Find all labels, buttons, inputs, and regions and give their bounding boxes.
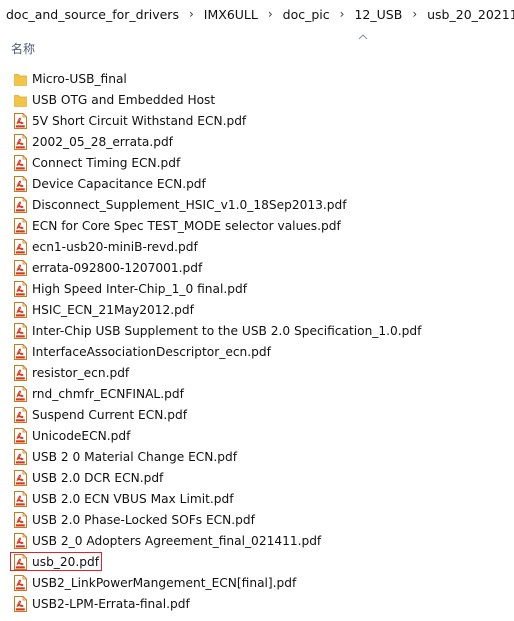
pdf-file-icon	[14, 301, 32, 318]
pdf-file-icon	[14, 532, 32, 549]
breadcrumb-item[interactable]: doc_pic	[280, 7, 333, 22]
highlight-box	[10, 552, 102, 571]
file-name: USB 2.0 DCR ECN.pdf	[32, 470, 164, 485]
file-name: rnd_chmfr_ECNFINAL.pdf	[32, 386, 184, 401]
breadcrumb-item[interactable]: doc_and_source_for_drivers	[0, 7, 182, 22]
file-name: InterfaceAssociationDescriptor_ecn.pdf	[32, 344, 271, 359]
file-list-item[interactable]: USB2_LinkPowerMangement_ECN[final].pdf	[0, 572, 514, 593]
breadcrumb-separator-icon[interactable]: ›	[333, 7, 352, 21]
file-name: UnicodeECN.pdf	[32, 428, 131, 443]
pdf-file-icon	[14, 574, 32, 591]
folder-icon	[14, 71, 32, 87]
file-list-item[interactable]: 2002_05_28_errata.pdf	[0, 131, 514, 152]
folder-list-item[interactable]: Micro-USB_final	[0, 68, 514, 89]
file-list-item[interactable]: USB 2.0 Phase-Locked SOFs ECN.pdf	[0, 509, 514, 530]
column-header-name[interactable]: 名称	[11, 40, 35, 57]
pdf-file-icon	[14, 595, 32, 612]
pdf-file-icon	[14, 217, 32, 234]
file-list-item[interactable]: InterfaceAssociationDescriptor_ecn.pdf	[0, 341, 514, 362]
file-list-item[interactable]: Connect Timing ECN.pdf	[0, 152, 514, 173]
breadcrumb-item[interactable]: 12_USB	[351, 7, 405, 22]
breadcrumb-separator-icon[interactable]: ›	[405, 7, 424, 21]
file-name: Inter-Chip USB Supplement to the USB 2.0…	[32, 323, 422, 338]
file-list-item[interactable]: Inter-Chip USB Supplement to the USB 2.0…	[0, 320, 514, 341]
file-list-item[interactable]: USB2-LPM-Errata-final.pdf	[0, 593, 514, 614]
pdf-file-icon	[14, 385, 32, 402]
pdf-file-icon	[14, 154, 32, 171]
pdf-file-icon	[14, 112, 32, 129]
file-list-item[interactable]: Suspend Current ECN.pdf	[0, 404, 514, 425]
file-name: Disconnect_Supplement_HSIC_v1.0_18Sep201…	[32, 197, 347, 212]
file-list-item[interactable]: USB 2_0 Adopters Agreement_final_021411.…	[0, 530, 514, 551]
file-list: Micro-USB_final USB OTG and Embedded Host…	[0, 68, 514, 614]
folder-icon	[14, 92, 32, 108]
pdf-file-icon	[14, 427, 32, 444]
file-list-item[interactable]: USB 2.0 ECN VBUS Max Limit.pdf	[0, 488, 514, 509]
breadcrumb: doc_and_source_for_drivers › IMX6ULL › doc_p…	[0, 0, 514, 28]
breadcrumb-item[interactable]: IMX6ULL	[201, 7, 261, 22]
sort-ascending-icon[interactable]	[357, 32, 369, 42]
file-list-item[interactable]: ecn1-usb20-miniB-revd.pdf	[0, 236, 514, 257]
file-list-item[interactable]: errata-092800-1207001.pdf	[0, 257, 514, 278]
file-list-item[interactable]: HSIC_ECN_21May2012.pdf	[0, 299, 514, 320]
file-name: ecn1-usb20-miniB-revd.pdf	[32, 239, 198, 254]
pdf-file-icon	[14, 490, 32, 507]
pdf-file-icon	[14, 238, 32, 255]
pdf-file-icon	[14, 343, 32, 360]
file-list-item[interactable]: 5V Short Circuit Withstand ECN.pdf	[0, 110, 514, 131]
file-list-item[interactable]: High Speed Inter-Chip_1_0 final.pdf	[0, 278, 514, 299]
file-list-item[interactable]: ECN for Core Spec TEST_MODE selector val…	[0, 215, 514, 236]
file-name: ECN for Core Spec TEST_MODE selector val…	[32, 218, 341, 233]
pdf-file-icon	[14, 280, 32, 297]
pdf-file-icon	[14, 133, 32, 150]
pdf-file-icon	[14, 469, 32, 486]
file-name: 5V Short Circuit Withstand ECN.pdf	[32, 113, 247, 128]
file-name: USB 2 0 Material Change ECN.pdf	[32, 449, 238, 464]
pdf-file-icon	[14, 448, 32, 465]
pdf-file-icon	[14, 196, 32, 213]
file-list-item[interactable]: rnd_chmfr_ECNFINAL.pdf	[0, 383, 514, 404]
pdf-file-icon	[14, 364, 32, 381]
file-name: errata-092800-1207001.pdf	[32, 260, 203, 275]
file-list-item[interactable]: UnicodeECN.pdf	[0, 425, 514, 446]
file-name: Suspend Current ECN.pdf	[32, 407, 187, 422]
file-name: USB 2.0 ECN VBUS Max Limit.pdf	[32, 491, 234, 506]
file-list-item[interactable]: Device Capacitance ECN.pdf	[0, 173, 514, 194]
file-list-item[interactable]: usb_20.pdf	[0, 551, 514, 572]
pdf-file-icon	[14, 175, 32, 192]
file-name: USB2-LPM-Errata-final.pdf	[32, 596, 190, 611]
file-list-item[interactable]: USB 2.0 DCR ECN.pdf	[0, 467, 514, 488]
column-header-row: 名称	[0, 34, 514, 60]
file-name: USB 2.0 Phase-Locked SOFs ECN.pdf	[32, 512, 255, 527]
file-name: USB2_LinkPowerMangement_ECN[final].pdf	[32, 575, 297, 590]
file-name: HSIC_ECN_21May2012.pdf	[32, 302, 194, 317]
file-name: USB OTG and Embedded Host	[32, 92, 216, 107]
file-name: High Speed Inter-Chip_1_0 final.pdf	[32, 281, 248, 296]
folder-list-item[interactable]: USB OTG and Embedded Host	[0, 89, 514, 110]
file-name: Connect Timing ECN.pdf	[32, 155, 181, 170]
pdf-file-icon	[14, 322, 32, 339]
file-name: resistor_ecn.pdf	[32, 365, 130, 380]
pdf-file-icon	[14, 511, 32, 528]
file-list-item[interactable]: USB 2 0 Material Change ECN.pdf	[0, 446, 514, 467]
breadcrumb-separator-icon[interactable]: ›	[261, 7, 280, 21]
pdf-file-icon	[14, 406, 32, 423]
file-name: Device Capacitance ECN.pdf	[32, 176, 206, 191]
file-name: USB 2_0 Adopters Agreement_final_021411.…	[32, 533, 322, 548]
file-name: 2002_05_28_errata.pdf	[32, 134, 173, 149]
file-name: Micro-USB_final	[32, 71, 127, 86]
breadcrumb-item[interactable]: usb_20_20211008	[424, 7, 514, 22]
pdf-file-icon	[14, 259, 32, 276]
breadcrumb-separator-icon[interactable]: ›	[182, 7, 201, 21]
file-list-item[interactable]: Disconnect_Supplement_HSIC_v1.0_18Sep201…	[0, 194, 514, 215]
file-list-item[interactable]: resistor_ecn.pdf	[0, 362, 514, 383]
